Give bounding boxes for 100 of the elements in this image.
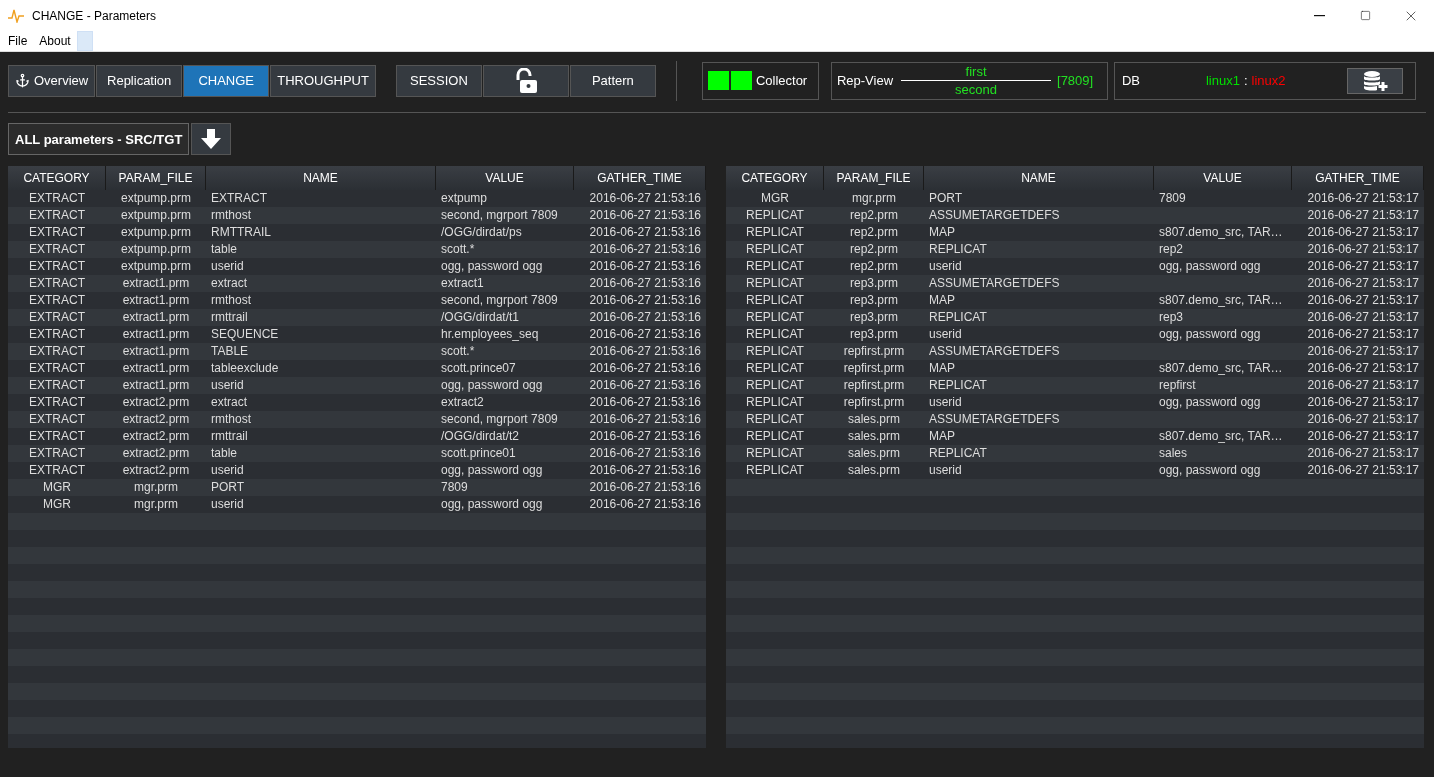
column-header[interactable]: GATHER_TIME [1292, 166, 1424, 190]
table-cell-text: 2016-06-27 21:53:17 [1306, 275, 1420, 292]
table-cell-text: MGR [42, 479, 72, 496]
table-cell-text: extract1.prm [121, 292, 191, 309]
table-cell-text: hr.employees_seq [440, 326, 540, 343]
table-cell-text: EXTRACT [28, 207, 86, 224]
menu-item[interactable]: File [2, 34, 34, 48]
column-header[interactable]: GATHER_TIME [574, 166, 706, 190]
table-cell-text: EXTRACT [28, 258, 86, 275]
table-cell-text: REPLICAT [745, 411, 805, 428]
table-cell-text: ogg, password ogg [1158, 462, 1262, 479]
column-header[interactable]: CATEGORY [8, 166, 106, 190]
table-cell-text: REPLICAT [745, 343, 805, 360]
table-cell-text: 2016-06-27 21:53:17 [1306, 309, 1420, 326]
table-cell-text: EXTRACT [28, 190, 86, 207]
table-cell-text: sales.prm [847, 445, 901, 462]
table-cell-text: extract1.prm [121, 377, 191, 394]
table-cell-text: extract2 [440, 394, 485, 411]
table-cell-text: sales.prm [847, 411, 901, 428]
table-cell-text: ASSUMETARGETDEFS [928, 411, 1061, 428]
table-cell-text: mgr.prm [133, 479, 179, 496]
column-header[interactable]: VALUE [1154, 166, 1292, 190]
table-cell-text: 2016-06-27 21:53:17 [1306, 343, 1420, 360]
table-cell-text: sales.prm [847, 428, 901, 445]
column-header[interactable]: VALUE [436, 166, 574, 190]
table-cell-text: extract2.prm [121, 411, 191, 428]
table-cell-text: ASSUMETARGETDEFS [928, 207, 1061, 224]
pulse-logo-icon [8, 8, 24, 23]
nav-tab[interactable]: CHANGE [183, 64, 270, 97]
nav-tab[interactable]: Overview [8, 64, 96, 97]
table-cell-text: extpump.prm [120, 207, 192, 224]
table-cell-text: scott.* [440, 241, 476, 258]
table-cell-text: ogg, password ogg [1158, 326, 1262, 343]
table-cell-text: scott.prince01 [440, 445, 517, 462]
table-cell-text: 2016-06-27 21:53:16 [588, 241, 702, 258]
table-cell-text: REPLICAT [745, 224, 805, 241]
table-cell-text: extract1.prm [121, 275, 191, 292]
table-cell-text: EXTRACT [210, 190, 268, 207]
window-title: CHANGE - Parameters [32, 8, 158, 23]
table-cell-text: rep3.prm [849, 275, 899, 292]
table-cell-text: REPLICAT [745, 445, 805, 462]
table-cell-text: extpump.prm [120, 241, 192, 258]
collector-label: Collector [755, 73, 808, 88]
table-cell-text: MAP [928, 360, 956, 377]
table-cell-text: 2016-06-27 21:53:16 [588, 411, 702, 428]
table-cell-text: extract1.prm [121, 360, 191, 377]
table-cell-text: extpump.prm [120, 258, 192, 275]
column-header[interactable]: PARAM_FILE [824, 166, 924, 190]
table-cell-text: PORT [928, 190, 964, 207]
nav-tab[interactable]: SESSION [395, 64, 482, 97]
table-cell-text: 7809 [440, 479, 469, 496]
table-cell-text: SEQUENCE [210, 326, 280, 343]
table-cell-text: s807.demo_src, TAR… [1158, 224, 1284, 241]
table-cell-text: MAP [928, 224, 956, 241]
column-header[interactable]: NAME [924, 166, 1154, 190]
table-cell-text: REPLICAT [745, 207, 805, 224]
table-cell-text: REPLICAT [745, 462, 805, 479]
column-header[interactable]: PARAM_FILE [106, 166, 206, 190]
table-cell-text: userid [928, 258, 963, 275]
maximize-icon [1359, 10, 1371, 21]
table-cell-text: ogg, password ogg [440, 462, 544, 479]
table-cell-text: mgr.prm [851, 190, 897, 207]
table-cell-text: rmthost [210, 292, 252, 309]
add-database-button[interactable] [1346, 67, 1403, 94]
table-cell-text: 2016-06-27 21:53:17 [1306, 292, 1420, 309]
menu-item[interactable]: About [33, 34, 77, 48]
download-button[interactable] [191, 123, 232, 155]
table-cell-text: rep2.prm [849, 207, 899, 224]
table-cell-text: second, mgrport 7809 [440, 207, 559, 224]
table-cell-text: extract1.prm [121, 343, 191, 360]
host-separator: : [1243, 73, 1248, 88]
column-header[interactable]: CATEGORY [726, 166, 824, 190]
table-cell-text: tableexclude [210, 360, 280, 377]
nav-tab[interactable]: THROUGHPUT [270, 64, 376, 97]
table-cell-text: RMTTRAIL [210, 224, 272, 241]
table-cell-text: EXTRACT [28, 360, 86, 377]
db-host: linux2 [1251, 73, 1286, 88]
nav-tab[interactable]: Pattern [569, 64, 656, 97]
table-cell-text: 2016-06-27 21:53:17 [1306, 360, 1420, 377]
table-cell-text: 2016-06-27 21:53:16 [588, 462, 702, 479]
table-cell-text: extract2.prm [121, 428, 191, 445]
table-cell-text: EXTRACT [28, 292, 86, 309]
table-cell-text: 2016-06-27 21:53:16 [588, 479, 702, 496]
table-cell-text: rep3 [1158, 309, 1185, 326]
table-cell-text: 7809 [1158, 190, 1187, 207]
nav-tab[interactable]: Replication [96, 64, 183, 97]
table-cell-text: 2016-06-27 21:53:16 [588, 292, 702, 309]
table-cell-text: EXTRACT [28, 377, 86, 394]
table-cell-text: extract1.prm [121, 326, 191, 343]
table-cell-text: 2016-06-27 21:53:17 [1306, 258, 1420, 275]
table-cell-text: EXTRACT [28, 445, 86, 462]
table-cell-text: /OGG/dirdat/ps [440, 224, 523, 241]
table-cell-text: 2016-06-27 21:53:16 [588, 190, 702, 207]
empty-menu-item[interactable] [76, 31, 93, 51]
lock-button[interactable] [482, 64, 569, 97]
column-header[interactable]: NAME [206, 166, 436, 190]
table-cell-text: REPLICAT [745, 428, 805, 445]
table-cell-text: repfirst.prm [842, 360, 906, 377]
table-cell-text: /OGG/dirdat/t1 [440, 309, 521, 326]
anchor-icon [15, 73, 30, 88]
